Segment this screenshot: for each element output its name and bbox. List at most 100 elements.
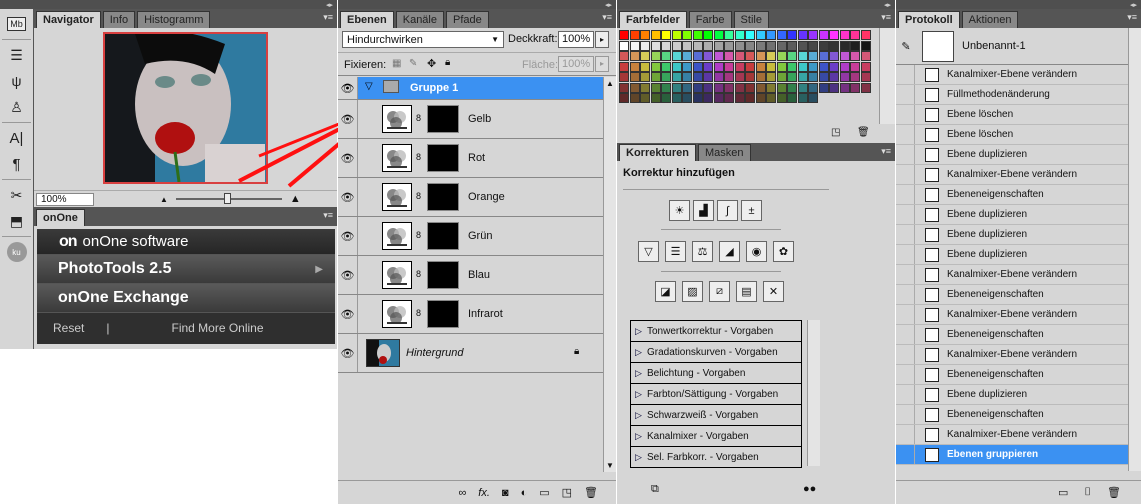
folder-icon[interactable]: ▭ <box>539 486 549 499</box>
tab-history[interactable]: Protokoll <box>898 11 960 28</box>
preset-item[interactable]: ▷ Sel. Farbkorr. - Vorgaben <box>631 447 801 468</box>
panel-menu-icon[interactable]: ▾≡ <box>1127 12 1137 23</box>
swatch[interactable] <box>650 30 661 40</box>
chain-link-icon[interactable]: 8 <box>416 152 421 162</box>
swatch[interactable] <box>640 72 650 82</box>
swatch[interactable] <box>734 93 745 103</box>
swatch[interactable] <box>745 40 755 51</box>
swatch[interactable] <box>745 61 755 72</box>
tab-adjustments[interactable]: Korrekturen <box>619 144 696 161</box>
tab-layers[interactable]: Ebenen <box>340 11 394 28</box>
swatch[interactable] <box>787 82 797 93</box>
find-more-link[interactable]: Find More Online <box>171 321 263 335</box>
history-checkbox[interactable] <box>896 245 915 264</box>
swatch[interactable] <box>619 61 629 72</box>
chain-link-icon[interactable]: 8 <box>416 191 421 201</box>
tab-channels[interactable]: Kanäle <box>395 11 444 28</box>
swatch[interactable] <box>629 51 640 61</box>
swatch[interactable] <box>629 61 640 72</box>
history-checkbox[interactable] <box>896 185 915 204</box>
swatch[interactable] <box>682 51 692 61</box>
swatch[interactable] <box>850 72 860 82</box>
history-item[interactable]: Ebene duplizieren <box>896 205 1128 225</box>
layer-mask-thumbnail[interactable] <box>427 261 459 289</box>
swatch[interactable] <box>703 51 713 61</box>
paragraph-icon[interactable]: ¶ <box>5 153 29 175</box>
visibility-icon[interactable]: ●● <box>803 483 816 495</box>
swatch[interactable] <box>713 40 724 51</box>
swatch[interactable] <box>619 51 629 61</box>
swatch[interactable] <box>839 40 850 51</box>
history-checkbox[interactable] <box>896 205 915 224</box>
gradient-map-icon[interactable]: ▤ <box>736 281 757 302</box>
layer-row-background[interactable]: 👁︎ Hintergrund 🔒︎ <box>338 334 603 373</box>
swatch[interactable] <box>829 61 839 72</box>
swatch[interactable] <box>724 72 734 82</box>
swatch[interactable] <box>713 82 724 93</box>
expand-triangle-icon[interactable]: ▷ <box>635 326 647 337</box>
eye-icon[interactable]: 👁︎ <box>338 77 358 99</box>
swatch[interactable] <box>818 72 829 82</box>
swatch[interactable] <box>734 30 745 40</box>
history-checkbox[interactable] <box>896 385 915 404</box>
posterize-icon[interactable]: ▨ <box>682 281 703 302</box>
swatch[interactable] <box>661 30 671 40</box>
swatch[interactable] <box>860 40 871 51</box>
curves-icon[interactable]: ∫ <box>717 200 738 221</box>
swatch[interactable] <box>755 93 766 103</box>
swatch[interactable] <box>661 82 671 93</box>
link-icon[interactable]: ∞ <box>458 487 466 499</box>
swatch[interactable] <box>650 61 661 72</box>
history-item[interactable]: Ebene duplizieren <box>896 245 1128 265</box>
swatch[interactable] <box>860 82 871 93</box>
preset-item[interactable]: ▷ Gradationskurven - Vorgaben <box>631 342 801 363</box>
swatch[interactable] <box>829 30 839 40</box>
zoom-out-icon[interactable]: ▲ <box>160 195 168 204</box>
swatch[interactable] <box>745 72 755 82</box>
phototools-item[interactable]: PhotoTools 2.5 ▶ <box>37 255 335 284</box>
history-item[interactable]: Ebene duplizieren <box>896 145 1128 165</box>
history-checkbox[interactable] <box>896 125 915 144</box>
swatch[interactable] <box>650 40 661 51</box>
swatch[interactable] <box>850 40 860 51</box>
panel-menu-icon[interactable]: ▾≡ <box>602 12 612 23</box>
blend-mode-select[interactable]: Hindurchwirken ▼ <box>342 31 504 48</box>
history-item[interactable]: Kanalmixer-Ebene verändern <box>896 265 1128 285</box>
zoom-in-icon[interactable]: ▲ <box>290 193 301 205</box>
history-item[interactable]: Ebeneneigenschaften <box>896 405 1128 425</box>
swatch[interactable] <box>766 51 776 61</box>
swatch[interactable] <box>640 82 650 93</box>
tab-swatches[interactable]: Farbfelder <box>619 11 687 28</box>
swatch[interactable] <box>671 30 682 40</box>
swatch[interactable] <box>640 51 650 61</box>
swatch[interactable] <box>776 30 787 40</box>
fill-input[interactable]: 100% <box>558 56 594 72</box>
snapshot-row[interactable]: ✎ Unbenannt-1 <box>896 28 1128 65</box>
preset-item[interactable]: ▷ Farbton/Sättigung - Vorgaben <box>631 384 801 405</box>
zoom-input[interactable]: 100% <box>36 192 94 206</box>
history-item[interactable]: Ebene löschen <box>896 125 1128 145</box>
swatch[interactable] <box>797 82 808 93</box>
swatch[interactable] <box>818 51 829 61</box>
history-item[interactable]: Ebene duplizieren <box>896 385 1128 405</box>
swatch[interactable] <box>839 82 850 93</box>
swatch[interactable] <box>661 61 671 72</box>
swatch[interactable] <box>776 51 787 61</box>
layer-mask-thumbnail[interactable] <box>427 300 459 328</box>
swatch[interactable] <box>755 51 766 61</box>
swatch[interactable] <box>860 61 871 72</box>
layer-row[interactable]: 👁︎ 8 Infrarot <box>338 295 603 334</box>
swatch[interactable] <box>619 30 629 40</box>
expand-triangle-icon[interactable]: ▷ <box>635 389 647 400</box>
swatch[interactable] <box>661 51 671 61</box>
swatch[interactable] <box>745 30 755 40</box>
swatch[interactable] <box>671 61 682 72</box>
layer-row[interactable]: 👁︎ 8 Orange <box>338 178 603 217</box>
swatch[interactable] <box>713 51 724 61</box>
layers-scrollbar[interactable]: ▲ ▼ <box>603 77 616 472</box>
stamp-icon[interactable]: ♙ <box>5 96 29 118</box>
swatch[interactable] <box>703 30 713 40</box>
history-checkbox[interactable] <box>896 325 915 344</box>
lock-image-icon[interactable]: ✎ <box>409 58 417 69</box>
swatch[interactable] <box>776 93 787 103</box>
